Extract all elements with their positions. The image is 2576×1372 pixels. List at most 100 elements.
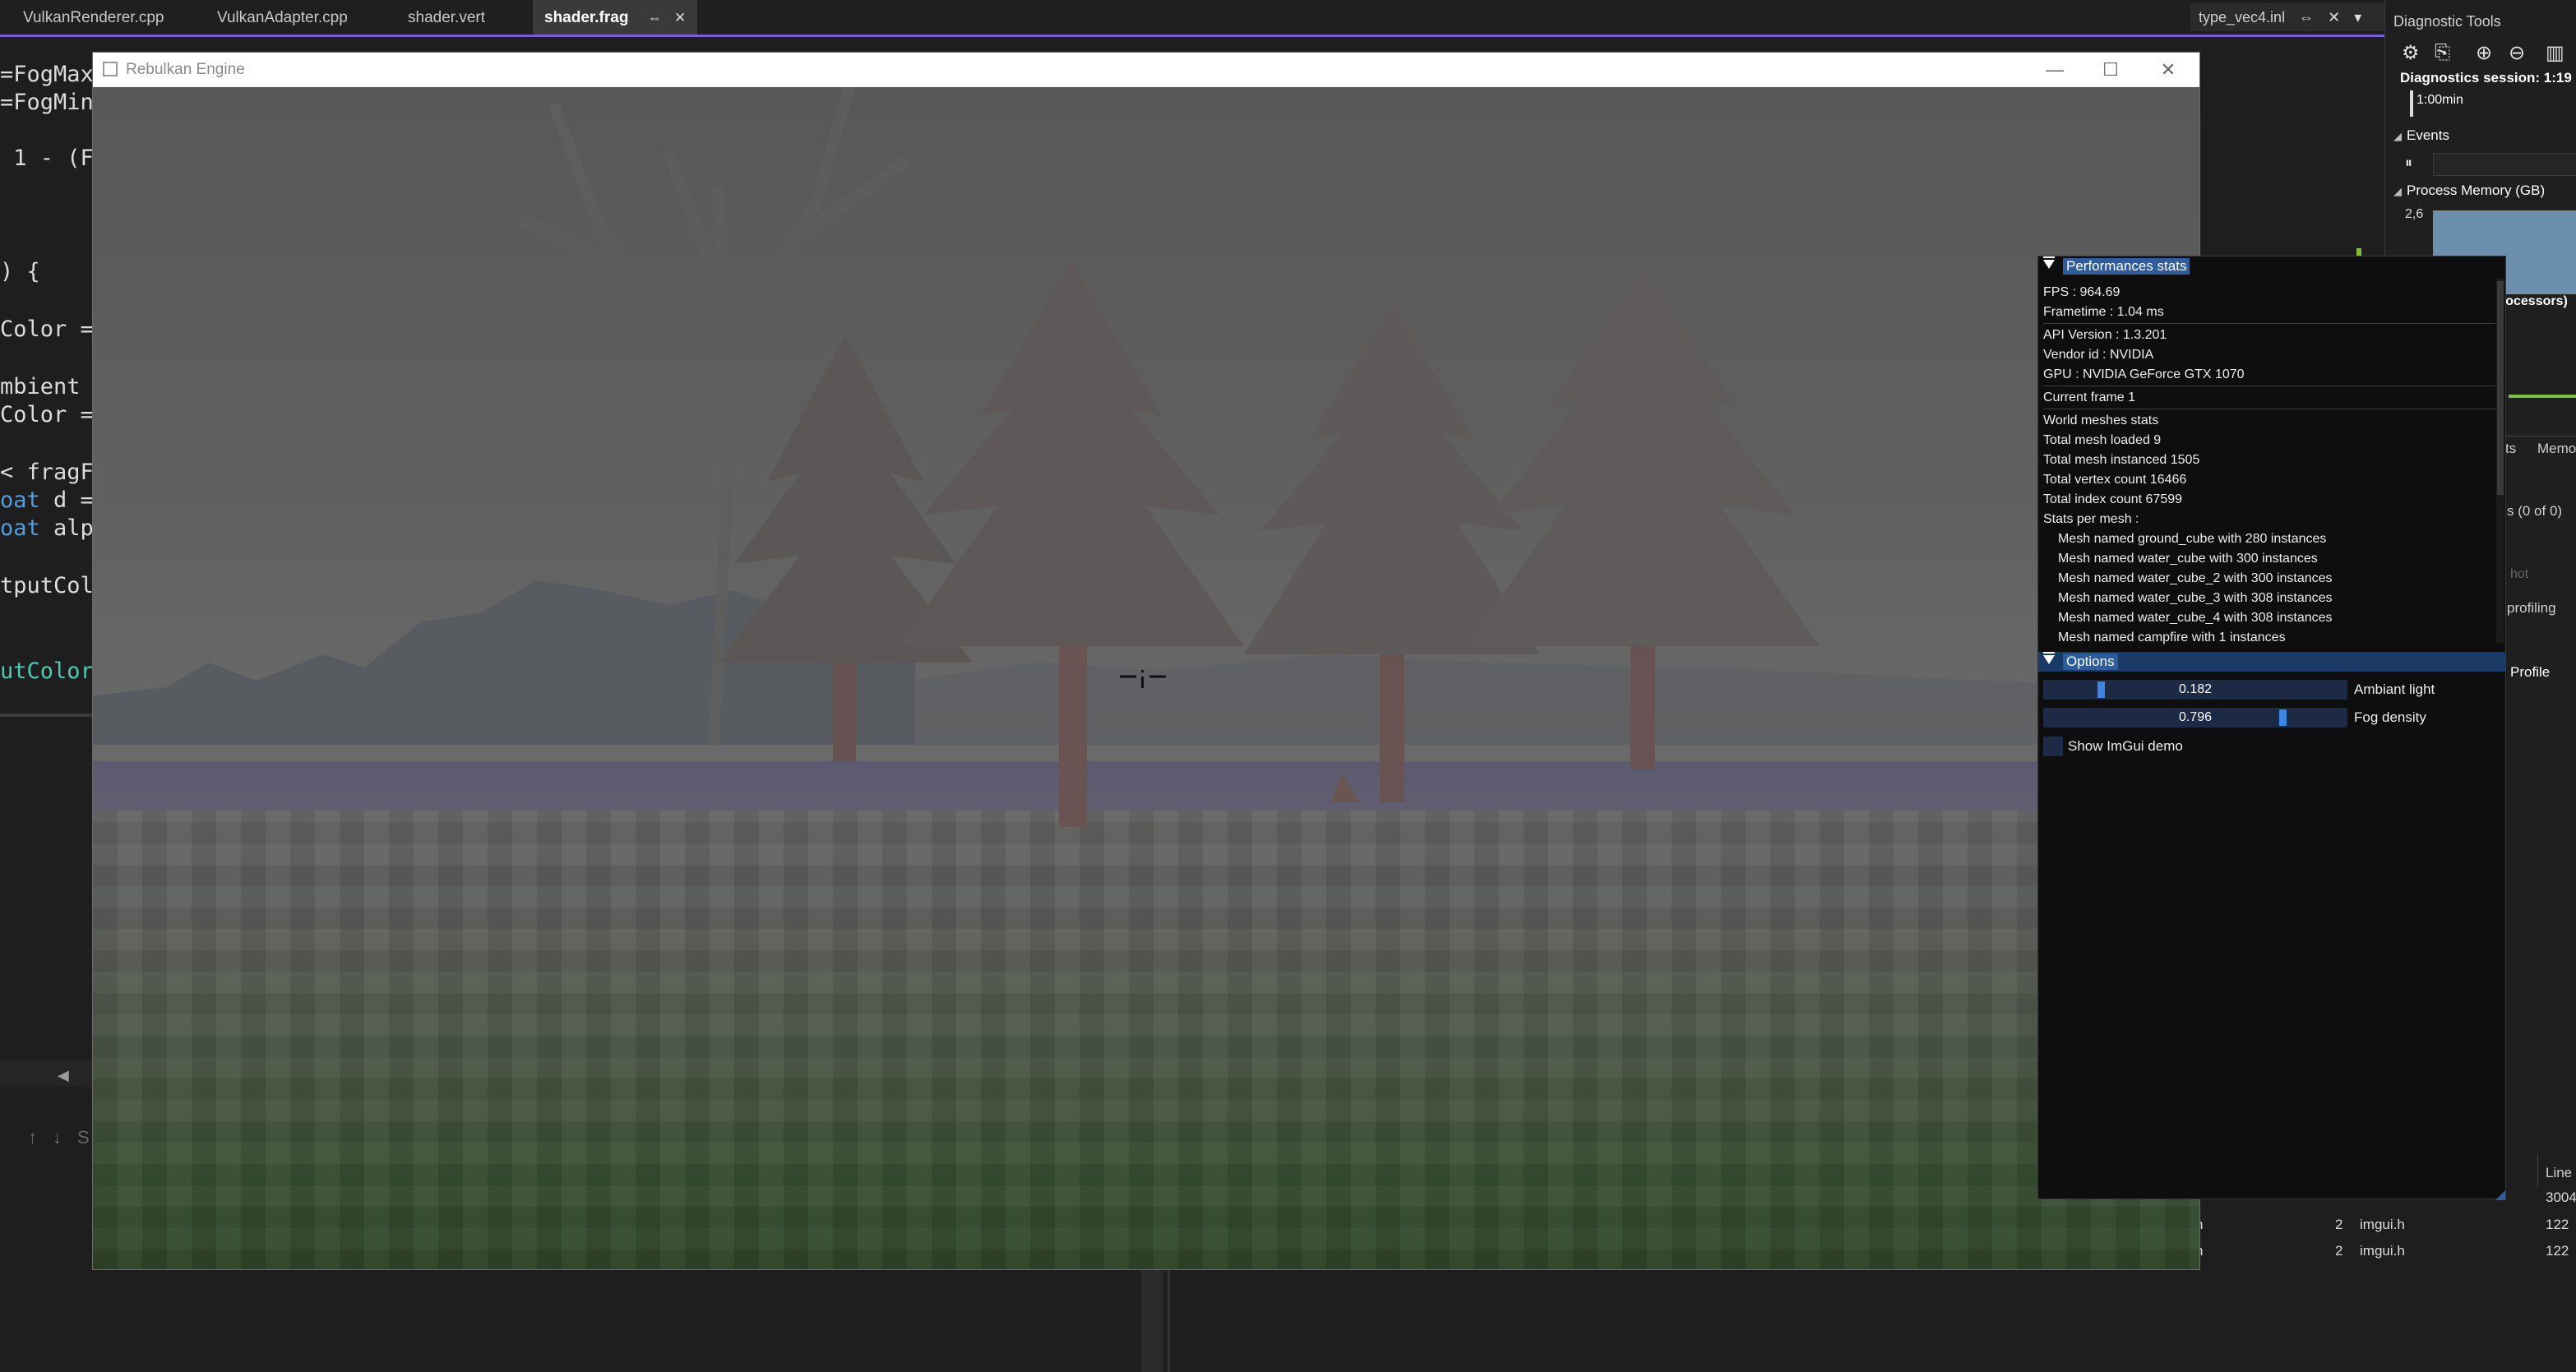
code-line: =FogMax): [0, 62, 95, 87]
code-line: ) {: [0, 259, 40, 284]
code-text: alph: [53, 515, 95, 541]
crosshair-icon: [1118, 667, 1168, 691]
code-line: oat alph: [0, 515, 95, 541]
tab-label: shader.vert: [408, 9, 485, 26]
mesh-stat-item: Mesh named water_cube_2 with 300 instanc…: [2058, 571, 2333, 585]
options-header[interactable]: Options: [2038, 652, 2505, 672]
zoom-out-icon[interactable]: ⊖: [2509, 41, 2525, 65]
code-line: Color =: [0, 402, 94, 427]
total-index-text: Total index count 67599: [2043, 492, 2183, 506]
time-marker[interactable]: [2410, 90, 2413, 117]
gear-icon[interactable]: ⚙: [2402, 41, 2420, 65]
window-titlebar[interactable]: Rebulkan Engine — ☐ ✕: [93, 53, 2199, 87]
events-section[interactable]: ◢ Events: [2393, 127, 2449, 144]
tab-vulkanadapter[interactable]: VulkanAdapter.cpp: [206, 0, 359, 35]
cell-file: imgui.h: [2360, 1243, 2405, 1259]
events-count: s (0 of 0): [2507, 503, 2563, 519]
chevron-down-icon[interactable]: ▾: [2354, 9, 2361, 25]
cell-line: 122: [2546, 1243, 2569, 1259]
profiling-label[interactable]: profiling: [2507, 600, 2556, 617]
section-label: Events: [2407, 127, 2449, 143]
tab-label: VulkanRenderer.cpp: [23, 9, 164, 26]
separator: [2043, 323, 2495, 324]
mesh-stat-item: Mesh named ground_cube with 280 instance…: [2058, 532, 2327, 546]
pane-divider[interactable]: [1168, 1270, 1170, 1372]
mesh-stat-item: Mesh named campfire with 1 instances: [2058, 631, 2286, 644]
zoom-in-icon[interactable]: ⊕: [2476, 41, 2492, 65]
column-divider[interactable]: [2537, 1155, 2538, 1188]
fog-density-label: Fog density: [2354, 709, 2426, 725]
collapse-arrow-icon[interactable]: [2043, 652, 2055, 664]
performance-stats-header[interactable]: Performances stats: [2038, 256, 2505, 276]
window-title: Rebulkan Engine: [126, 61, 245, 78]
total-mesh-instanced-text: Total mesh instanced 1505: [2043, 453, 2200, 467]
ambiant-light-slider[interactable]: 0.182: [2043, 680, 2347, 700]
code-line: tputColo: [0, 573, 95, 598]
close-icon[interactable]: ✕: [2152, 58, 2185, 82]
tab-label: VulkanAdapter.cpp: [217, 9, 348, 26]
slider-value: 0.796: [2178, 710, 2213, 724]
tab-type-vec4[interactable]: type_vec4.inl ⇔ ✕ ▾ ⚙: [2190, 3, 2384, 53]
engine-window[interactable]: Rebulkan Engine — ☐ ✕: [92, 52, 2200, 1270]
process-memory-section[interactable]: ◢ Process Memory (GB): [2393, 182, 2545, 199]
mesh-stat-item: Mesh named water_cube_4 with 308 instanc…: [2058, 611, 2333, 625]
collapse-arrow-icon[interactable]: [2043, 256, 2055, 269]
editor-divider: [0, 714, 95, 717]
pin-icon[interactable]: ⇔: [648, 10, 662, 25]
imgui-demo-label: Show ImGui demo: [2068, 738, 2183, 754]
cpu-section-fragment: rocessors): [2500, 294, 2568, 308]
tab-shader-frag[interactable]: shader.frag ⇔ ✕: [533, 0, 698, 35]
collapse-icon: ◢: [2393, 185, 2402, 197]
gpu-text: GPU : NVIDIA GeForce GTX 1070: [2043, 367, 2245, 381]
mesh-stat-item: Mesh named water_cube_3 with 308 instanc…: [2058, 591, 2333, 605]
cell-count: 2: [2335, 1217, 2343, 1232]
vertical-scrollbar[interactable]: [1141, 1270, 1163, 1372]
tab-shader-vert[interactable]: shader.vert: [396, 0, 497, 35]
export-icon[interactable]: ⎘: [2435, 41, 2450, 64]
scrollbar-thumb[interactable]: [2497, 281, 2504, 495]
chart-icon[interactable]: ▥: [2546, 41, 2564, 65]
world-meshes-text: World meshes stats: [2043, 413, 2159, 427]
column-header-line[interactable]: Line: [2546, 1165, 2572, 1181]
profile-button[interactable]: Profile: [2510, 664, 2550, 681]
imgui-window[interactable]: Performances stats FPS : 964.69 Frametim…: [2037, 256, 2506, 1200]
fog-density-slider[interactable]: 0.796: [2043, 708, 2347, 728]
scroll-left-icon[interactable]: ◀: [58, 1067, 69, 1084]
arrow-up-icon[interactable]: ↑: [28, 1127, 37, 1148]
pin-icon[interactable]: ⇔: [2299, 9, 2314, 25]
memory-axis-value: 2,6: [2405, 207, 2424, 221]
stats-per-mesh-text: Stats per mesh :: [2043, 512, 2139, 526]
section-label: Process Memory (GB): [2407, 182, 2546, 198]
close-tab-icon[interactable]: ✕: [674, 10, 686, 25]
resize-grip[interactable]: [2495, 1190, 2505, 1200]
fps-text: FPS : 964.69: [2043, 285, 2120, 299]
header-label: Options: [2063, 654, 2118, 670]
cell-line: 122: [2546, 1217, 2569, 1232]
hot-path-label: hot: [2510, 567, 2529, 581]
close-tab-icon[interactable]: ✕: [2328, 9, 2340, 25]
horizontal-scrollbar[interactable]: [0, 1060, 95, 1087]
maximize-icon[interactable]: ☐: [2094, 58, 2127, 82]
tab-vulkanrenderer[interactable]: VulkanRenderer.cpp: [12, 0, 175, 35]
imgui-demo-checkbox[interactable]: [2043, 737, 2063, 756]
search-label[interactable]: S: [77, 1127, 90, 1148]
code-line: Color =: [0, 316, 94, 342]
app-icon: [103, 62, 118, 76]
arrow-down-icon[interactable]: ↓: [53, 1127, 62, 1148]
render-viewport[interactable]: [93, 87, 2199, 1269]
code-line: oat d =: [0, 487, 94, 513]
total-vertex-text: Total vertex count 16466: [2043, 473, 2187, 487]
editor-tab-bar: VulkanRenderer.cpp VulkanAdapter.cpp sha…: [0, 0, 2384, 53]
events-track: [2433, 153, 2576, 176]
cpu-usage-line: [2509, 395, 2576, 398]
total-mesh-loaded-text: Total mesh loaded 9: [2043, 433, 2162, 447]
session-label: Diagnostics session: 1:19 m: [2400, 70, 2576, 85]
code-line: 1 - (Fo: [13, 146, 95, 171]
tab-memory[interactable]: Memo: [2537, 441, 2576, 457]
tab-label: shader.frag: [544, 9, 629, 26]
tab-label: type_vec4.inl: [2199, 9, 2286, 25]
minimize-icon[interactable]: —: [2038, 58, 2071, 82]
tab-events[interactable]: ts: [2505, 441, 2516, 457]
code-editor[interactable]: =FogMax) =FogMin) 1 - (Fo ) { Color = mb…: [0, 37, 95, 1089]
pause-icon[interactable]: ⏸: [2405, 155, 2412, 172]
